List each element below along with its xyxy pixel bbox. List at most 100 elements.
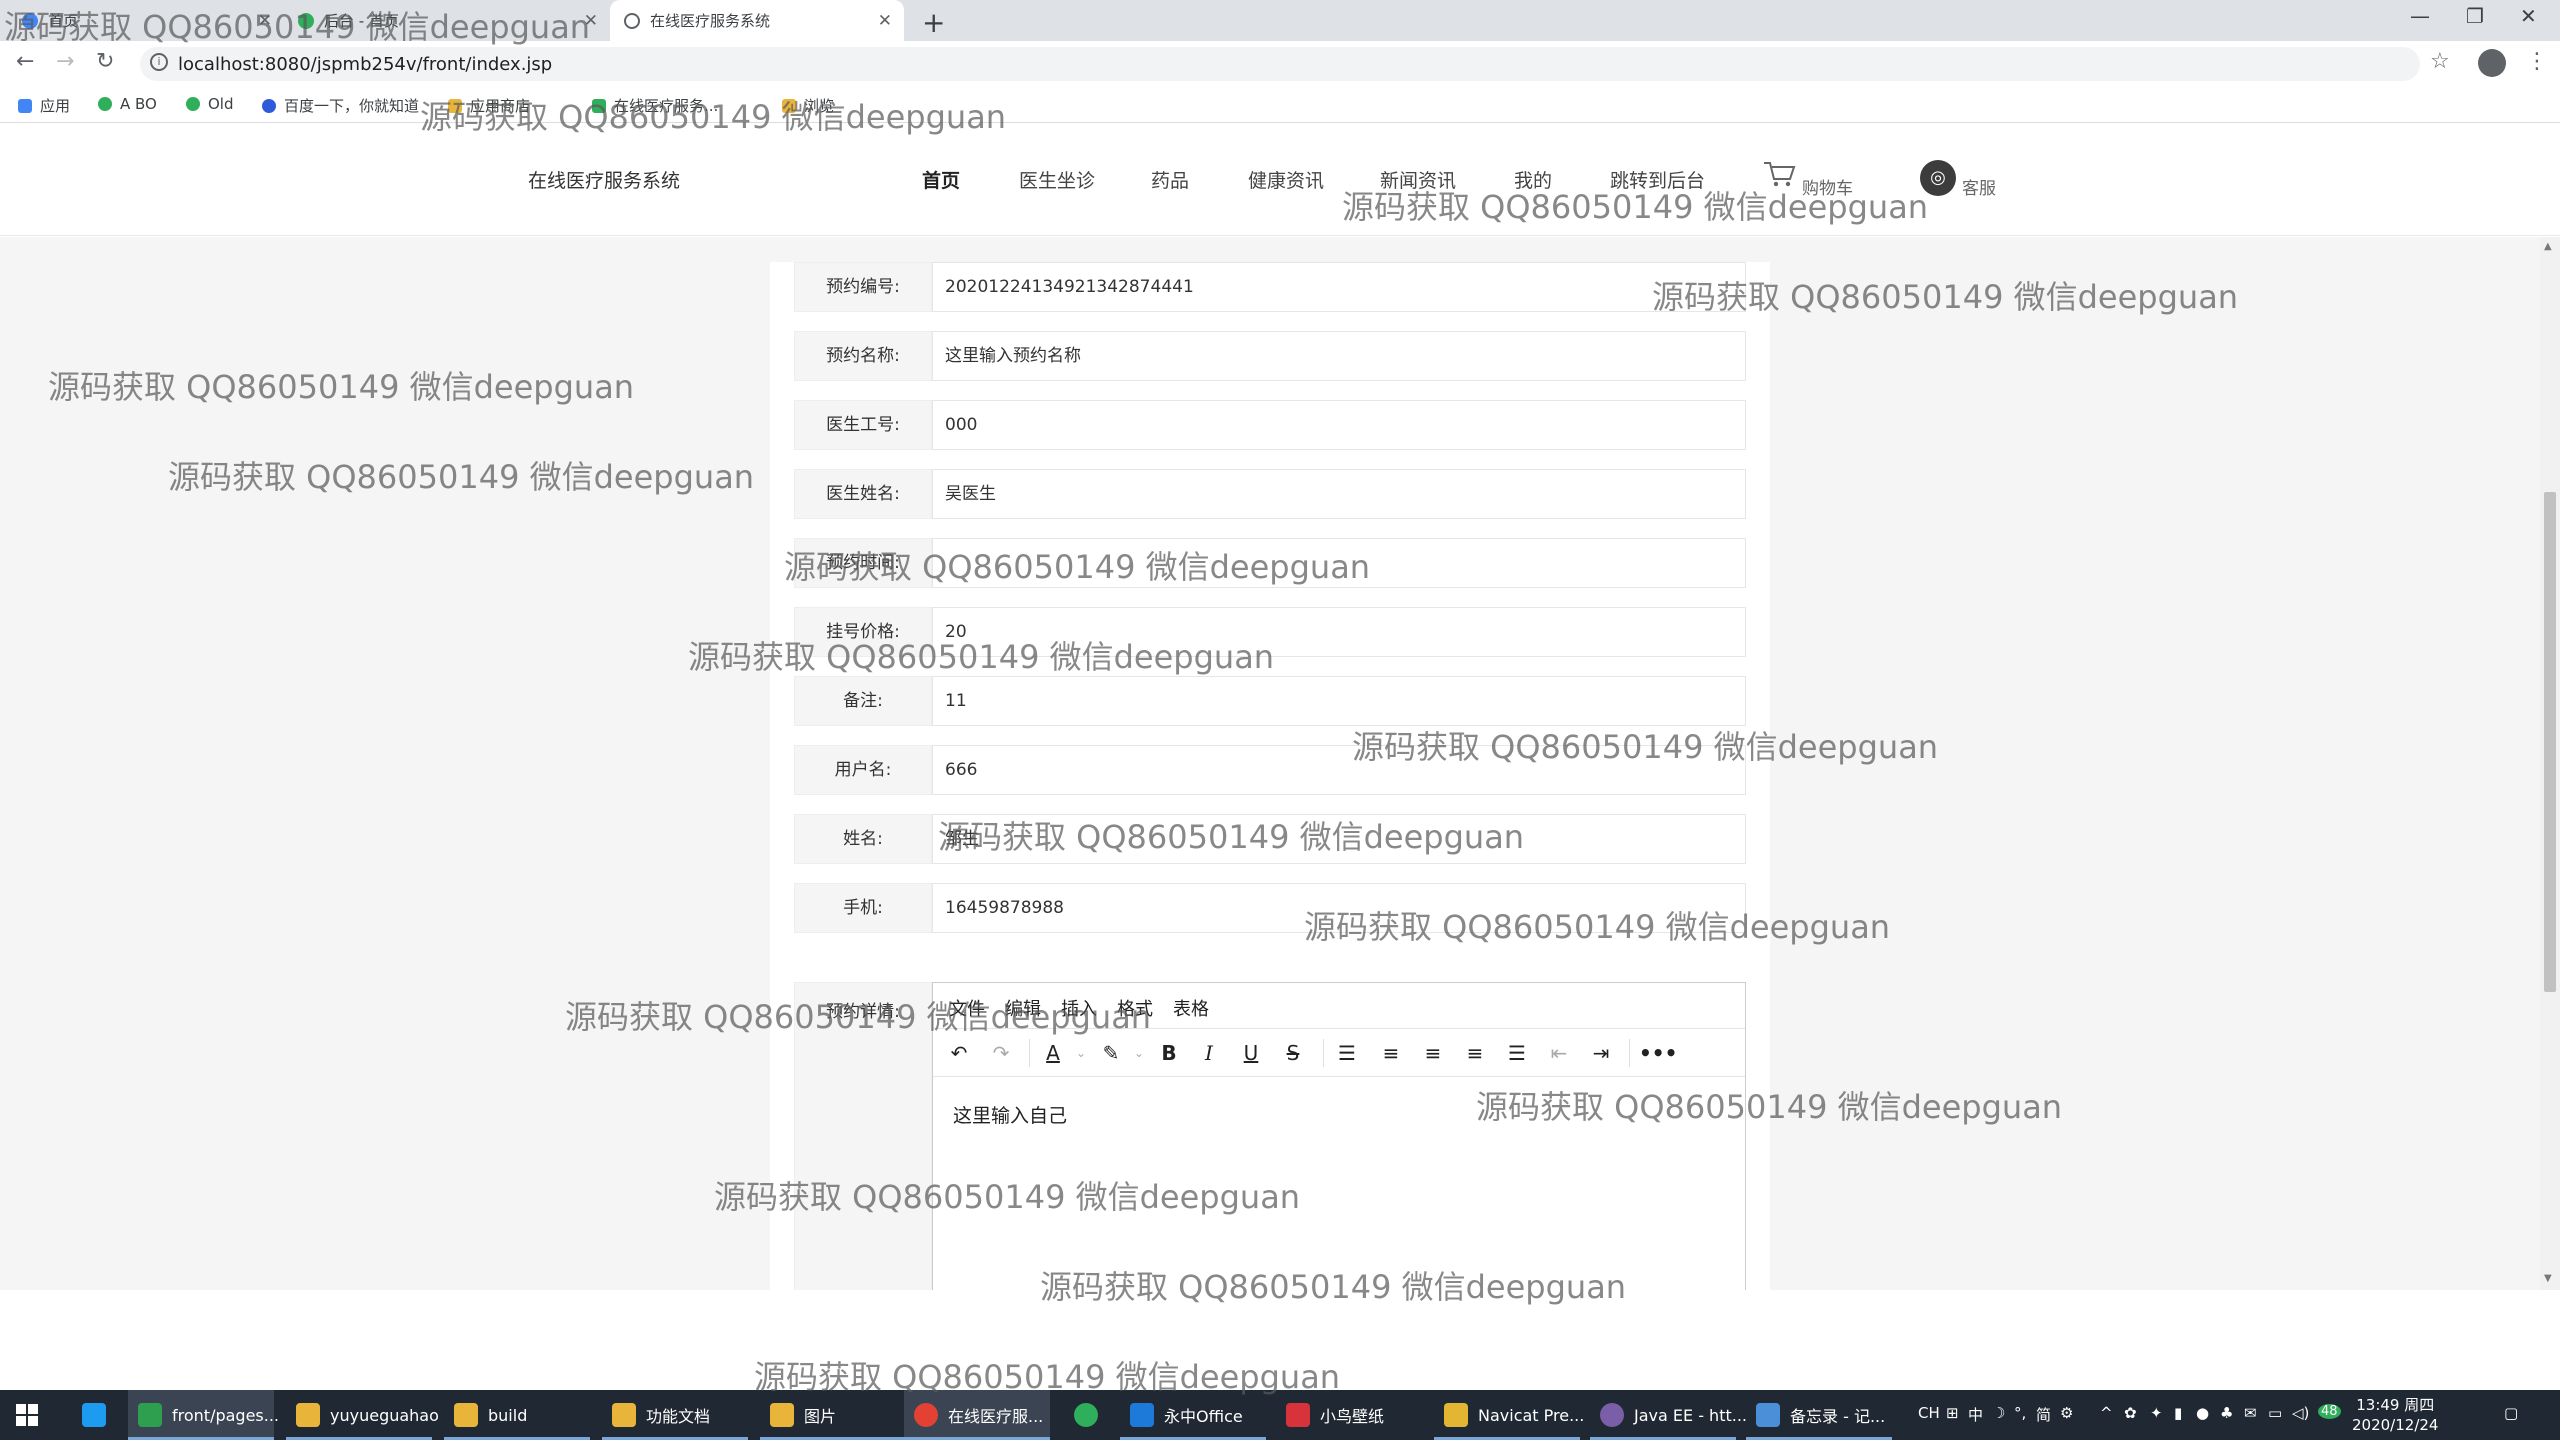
wechat-icon[interactable]: ◎ bbox=[1920, 160, 1956, 196]
rich-text-editor[interactable]: 文件 编辑 插入 格式 表格 ↶ ↷ A ⌄ ✎ ⌄ B I U S ☰ ≡ ≡… bbox=[932, 982, 1746, 1290]
bookmark-store[interactable]: 应用商店 bbox=[448, 95, 530, 116]
tray-app-icon[interactable]: ✿ bbox=[2124, 1404, 2137, 1422]
reload-icon[interactable]: ↻ bbox=[96, 49, 114, 74]
name-input[interactable]: 邹生 bbox=[932, 814, 1746, 864]
align-justify-icon[interactable]: ☰ bbox=[1503, 1040, 1531, 1066]
menu-table[interactable]: 表格 bbox=[1173, 995, 1209, 1021]
menu-file[interactable]: 文件 bbox=[949, 995, 985, 1021]
back-arrow-icon[interactable]: ← bbox=[16, 49, 34, 74]
menu-insert[interactable]: 插入 bbox=[1061, 995, 1097, 1021]
scrollbar-thumb[interactable] bbox=[2544, 492, 2556, 992]
browser-tab-1[interactable]: 首页 ✕ bbox=[8, 0, 284, 41]
text-color-icon[interactable]: A bbox=[1039, 1040, 1067, 1066]
underline-icon[interactable]: U bbox=[1237, 1040, 1265, 1066]
taskbar-app-notes[interactable]: 备忘录 - 记... bbox=[1746, 1390, 1892, 1440]
taskbar-app-wallpaper[interactable]: 小鸟壁纸 bbox=[1276, 1390, 1422, 1440]
nav-news[interactable]: 新闻资讯 bbox=[1380, 166, 1456, 193]
appointment-time-input[interactable] bbox=[932, 538, 1746, 588]
nav-goto-admin[interactable]: 跳转到后台 bbox=[1610, 166, 1705, 193]
tray-wechat-icon[interactable]: ● bbox=[2196, 1404, 2209, 1422]
taskbar-app-folder-build[interactable]: build bbox=[444, 1390, 590, 1440]
system-clock[interactable]: 13:49 周四 2020/12/24 bbox=[2352, 1395, 2438, 1435]
tray-app-icon[interactable]: ♣ bbox=[2220, 1404, 2233, 1422]
strikethrough-icon[interactable]: S bbox=[1279, 1040, 1307, 1066]
bookmark-browse[interactable]: 浏览 bbox=[782, 95, 834, 116]
appointment-no-input[interactable]: 20201224134921342874441 bbox=[932, 262, 1746, 312]
nav-medicine[interactable]: 药品 bbox=[1151, 166, 1189, 193]
undo-icon[interactable]: ↶ bbox=[945, 1040, 973, 1066]
taskbar-app-folder-yuyue[interactable]: yuyueguahao bbox=[286, 1390, 439, 1440]
url-text[interactable]: localhost:8080/jspmb254v/front/index.jsp bbox=[178, 54, 552, 75]
bookmark-apps[interactable]: 应用 bbox=[18, 95, 70, 116]
customer-service-label[interactable]: 客服 bbox=[1962, 174, 1996, 199]
highlight-icon[interactable]: ✎ bbox=[1097, 1040, 1125, 1066]
volume-icon[interactable]: ◁) bbox=[2292, 1404, 2309, 1422]
new-tab-plus-icon[interactable]: + bbox=[922, 6, 945, 39]
remark-input[interactable]: 11 bbox=[932, 676, 1746, 726]
bookmark-old[interactable]: Old bbox=[186, 95, 234, 113]
tray-badge[interactable]: 48 bbox=[2318, 1404, 2341, 1419]
username-input[interactable]: 666 bbox=[932, 745, 1746, 795]
browser-tab-3-active[interactable]: 在线医疗服务系统 ✕ bbox=[610, 0, 904, 41]
site-info-icon[interactable]: i bbox=[150, 53, 168, 71]
phone-input[interactable]: 16459878988 bbox=[932, 883, 1746, 933]
windows-start-icon[interactable] bbox=[16, 1404, 38, 1426]
editor-content[interactable]: 这里输入自己 bbox=[953, 1101, 1067, 1128]
chevron-down-icon[interactable]: ⌄ bbox=[1125, 1040, 1153, 1066]
notification-icon[interactable]: ▢ bbox=[2504, 1404, 2518, 1422]
cart-label[interactable]: 购物车 bbox=[1802, 174, 1853, 199]
align-center-icon[interactable]: ≡ bbox=[1419, 1040, 1447, 1066]
redo-icon[interactable]: ↷ bbox=[987, 1040, 1015, 1066]
bold-icon[interactable]: B bbox=[1155, 1040, 1183, 1066]
moon-icon[interactable]: ☽ bbox=[1992, 1404, 2005, 1422]
profile-avatar-icon[interactable] bbox=[2478, 49, 2506, 77]
nav-doctor-consult[interactable]: 医生坐诊 bbox=[1019, 166, 1095, 193]
bookmark-star-icon[interactable]: ☆ bbox=[2430, 49, 2450, 74]
browser-tab-2[interactable]: 后台 - 首页 ✕ bbox=[284, 0, 610, 41]
fee-input[interactable]: 20 bbox=[932, 607, 1746, 657]
bookmark-medical[interactable]: 在线医疗服务... bbox=[592, 95, 718, 116]
taskbar-app-folder-pictures[interactable]: 图片 bbox=[760, 1390, 906, 1440]
scroll-down-icon[interactable]: ▼ bbox=[2544, 1273, 2552, 1284]
menu-edit[interactable]: 编辑 bbox=[1005, 995, 1041, 1021]
doctor-id-input[interactable]: 000 bbox=[932, 400, 1746, 450]
taskbar-store-app[interactable] bbox=[72, 1390, 112, 1440]
align-right-icon[interactable]: ≡ bbox=[1461, 1040, 1489, 1066]
menu-format[interactable]: 格式 bbox=[1117, 995, 1153, 1021]
tray-app-icon[interactable]: ✉ bbox=[2244, 1404, 2257, 1422]
nav-health-info[interactable]: 健康资讯 bbox=[1248, 166, 1324, 193]
network-icon[interactable]: ▭ bbox=[2268, 1404, 2282, 1422]
keyboard-grid-icon[interactable]: ⊞ bbox=[1946, 1404, 1959, 1422]
cart-icon[interactable] bbox=[1762, 160, 1796, 188]
tray-expand-icon[interactable]: ^ bbox=[2100, 1404, 2113, 1422]
indent-icon[interactable]: ⇥ bbox=[1587, 1040, 1615, 1066]
restore-icon[interactable]: ❐ bbox=[2466, 4, 2484, 28]
nav-home[interactable]: 首页 bbox=[922, 166, 960, 193]
italic-icon[interactable]: I bbox=[1195, 1040, 1223, 1066]
more-options-icon[interactable]: ••• bbox=[1639, 1040, 1677, 1066]
tray-app-icon[interactable]: ✦ bbox=[2150, 1404, 2163, 1422]
ime-settings-icon[interactable]: ⚙ bbox=[2060, 1404, 2073, 1422]
taskbar-app-navicat[interactable]: Navicat Pre... bbox=[1434, 1390, 1584, 1440]
ime-icon[interactable]: CH bbox=[1918, 1404, 1940, 1422]
taskbar-app-hbuilder[interactable]: front/pages... bbox=[128, 1390, 279, 1440]
microphone-icon[interactable]: ▮ bbox=[2174, 1404, 2182, 1422]
taskbar-app-yozo[interactable]: 永中Office bbox=[1120, 1390, 1266, 1440]
align-left-icon[interactable]: ≡ bbox=[1377, 1040, 1405, 1066]
scroll-up-icon[interactable]: ▲ bbox=[2544, 241, 2552, 252]
tab-close-icon[interactable]: ✕ bbox=[258, 11, 272, 31]
browser-menu-icon[interactable]: ⋮ bbox=[2526, 49, 2548, 74]
ime-mode[interactable]: 中 bbox=[1968, 1404, 1983, 1425]
taskbar-app-eclipse[interactable]: Java EE - htt... bbox=[1590, 1390, 1747, 1440]
taskbar-app-wechat[interactable] bbox=[1064, 1390, 1114, 1440]
minimize-icon[interactable]: — bbox=[2410, 4, 2430, 28]
chevron-down-icon[interactable]: ⌄ bbox=[1067, 1040, 1095, 1066]
taskbar-app-folder-docs[interactable]: 功能文档 bbox=[602, 1390, 748, 1440]
punctuation-icon[interactable]: °, bbox=[2014, 1404, 2026, 1422]
bookmark-baidu[interactable]: 百度一下，你就知道 bbox=[262, 95, 419, 116]
line-height-icon[interactable]: ☰ bbox=[1333, 1040, 1361, 1066]
doctor-name-input[interactable]: 吴医生 bbox=[932, 469, 1746, 519]
nav-mine[interactable]: 我的 bbox=[1514, 166, 1552, 193]
omnibox[interactable]: i localhost:8080/jspmb254v/front/index.j… bbox=[140, 47, 2420, 81]
ime-simplified[interactable]: 简 bbox=[2036, 1404, 2051, 1425]
